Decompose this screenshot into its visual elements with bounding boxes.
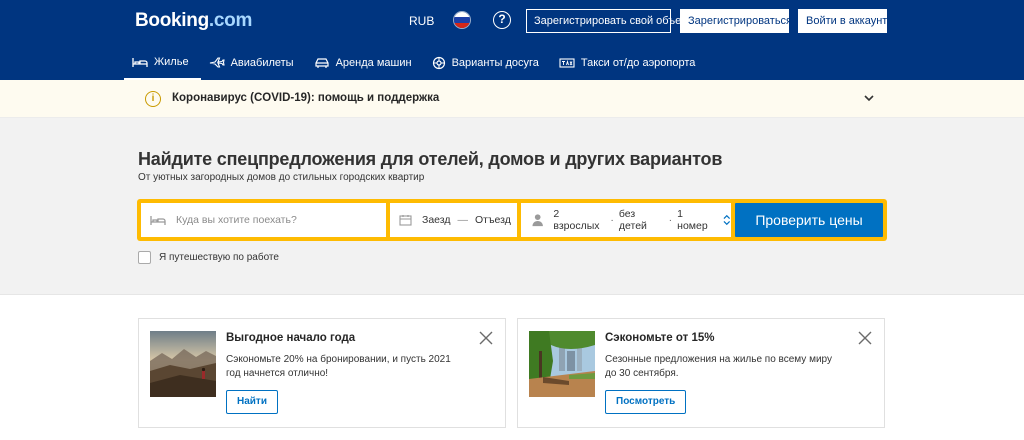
search-button[interactable]: Проверить цены: [735, 203, 883, 237]
bed-icon: [132, 58, 148, 67]
work-travel-row[interactable]: Я путешествую по работе: [138, 251, 279, 264]
rooms-count: 1 номер: [677, 208, 708, 232]
attractions-icon: [432, 56, 445, 70]
date-picker[interactable]: Заезд — Отъезд: [390, 203, 517, 237]
destination-input[interactable]: Куда вы хотите поехать?: [141, 203, 386, 237]
promo-description: Сезонные предложения на жилье по всему м…: [605, 354, 832, 379]
promo-title: Выгодное начало года: [226, 332, 356, 344]
plane-icon: [209, 57, 225, 68]
work-travel-checkbox[interactable]: [138, 251, 151, 264]
checkin-label: Заезд: [422, 214, 451, 226]
nav-item-label: Жилье: [154, 56, 189, 68]
covid-banner[interactable]: i Коронавирус (COVID-19): помощь и подде…: [0, 80, 1024, 118]
close-icon[interactable]: [479, 331, 493, 345]
person-icon: [532, 214, 543, 227]
chevron-down-icon[interactable]: [863, 93, 875, 103]
nav-item-label: Аренда машин: [335, 57, 412, 69]
currency-selector[interactable]: RUB: [409, 14, 434, 28]
nav-item-car-rental[interactable]: Аренда машин: [306, 46, 424, 80]
list-property-button[interactable]: Зарегистрировать свой объект: [526, 9, 691, 33]
work-travel-label: Я путешествую по работе: [159, 252, 279, 263]
sign-in-button[interactable]: Войти в аккаунт: [798, 9, 887, 33]
children-count: без детей: [618, 208, 647, 232]
promo-card: Сэкономьте от 15% Сезонные предложения н…: [517, 318, 885, 428]
page-title: Найдите спецпредложения для отелей, домо…: [138, 149, 723, 169]
nav-item-attractions[interactable]: Варианты досуга: [424, 46, 551, 80]
product-nav: Жилье Авиабилеты Аренда машин Варианты д…: [124, 46, 707, 80]
promo-description: Сэкономьте 20% на бронировании, и пусть …: [226, 354, 451, 379]
promo-image: [150, 331, 216, 397]
page-subtitle: От уютных загородных домов до стильных г…: [138, 172, 425, 183]
guests-selector[interactable]: 2 взрослых · без детей · 1 номер: [521, 203, 731, 237]
close-icon[interactable]: [858, 331, 872, 345]
view-button[interactable]: Посмотреть: [605, 390, 687, 414]
search-hero: Найдите спецпредложения для отелей, домо…: [0, 118, 1024, 295]
find-button[interactable]: Найти: [226, 390, 278, 414]
adults-count: 2 взрослых: [553, 208, 600, 232]
nav-item-stays[interactable]: Жилье: [124, 46, 201, 80]
top-header: Booking.com RUB ? Зарегистрировать свой …: [0, 0, 1024, 80]
booking-logo[interactable]: Booking.com: [135, 10, 252, 32]
checkout-label: Отъезд: [475, 214, 511, 226]
search-box: Куда вы хотите поехать? Заезд — Отъезд 2…: [137, 199, 887, 241]
promo-card: Выгодное начало года Сэкономьте 20% на б…: [138, 318, 506, 428]
date-separator: —: [457, 214, 469, 226]
promo-image: [529, 331, 595, 397]
chevron-up-down-icon: [723, 214, 731, 226]
nav-item-airport-taxi[interactable]: Такси от/до аэропорта: [551, 46, 708, 80]
car-icon: [314, 58, 329, 68]
register-button[interactable]: Зарегистрироваться: [680, 9, 792, 33]
nav-item-label: Авиабилеты: [230, 57, 294, 69]
bed-icon: [150, 216, 166, 225]
language-flag-icon[interactable]: [453, 11, 471, 29]
info-icon: i: [145, 91, 161, 107]
help-icon[interactable]: ?: [493, 11, 511, 29]
nav-item-label: Варианты досуга: [451, 57, 539, 69]
separator-dot: ·: [668, 214, 673, 226]
covid-banner-text: Коронавирус (COVID-19): помощь и поддерж…: [172, 92, 440, 104]
nav-item-flights[interactable]: Авиабилеты: [201, 46, 306, 80]
promo-title: Сэкономьте от 15%: [605, 332, 715, 344]
separator-dot: ·: [610, 214, 614, 226]
destination-placeholder: Куда вы хотите поехать?: [176, 214, 297, 226]
taxi-icon: [559, 58, 575, 68]
nav-item-label: Такси от/до аэропорта: [580, 57, 696, 69]
calendar-icon: [399, 215, 412, 226]
